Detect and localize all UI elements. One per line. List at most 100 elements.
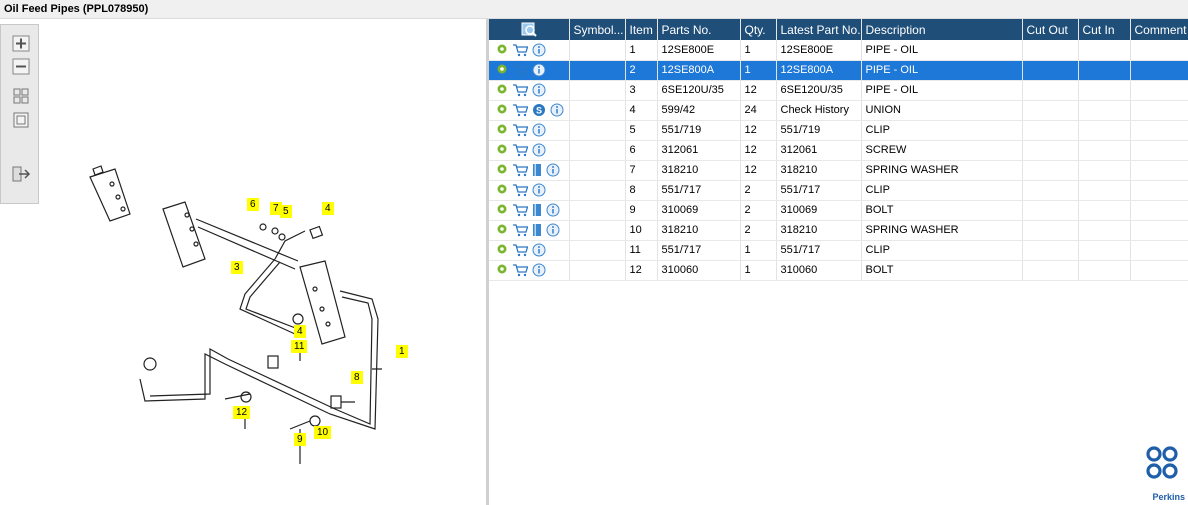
gear-icon[interactable] xyxy=(496,223,508,237)
cart-icon[interactable] xyxy=(512,243,528,257)
row-action-icons xyxy=(489,200,570,221)
table-row[interactable]: 10 318210 2 318210 SPRING WASHER xyxy=(489,220,1188,241)
info-icon[interactable] xyxy=(532,63,546,77)
row-action-icons: S xyxy=(489,100,570,121)
cart-icon[interactable] xyxy=(512,83,528,97)
gear-icon[interactable] xyxy=(496,123,508,137)
row-action-icons xyxy=(489,40,570,61)
column-header-cut-in[interactable]: Cut In xyxy=(1078,19,1131,40)
callout-9[interactable]: 9 xyxy=(294,433,306,446)
cart-icon[interactable] xyxy=(512,143,528,157)
info-icon[interactable] xyxy=(546,203,560,217)
callout-4[interactable]: 4 xyxy=(294,325,306,338)
book-icon[interactable] xyxy=(532,223,542,237)
cart-icon[interactable] xyxy=(512,63,528,77)
gear-icon[interactable] xyxy=(496,163,508,177)
gear-icon[interactable] xyxy=(496,183,508,197)
parts-no-cell: 599/42 xyxy=(657,100,741,121)
description-cell: PIPE - OIL xyxy=(861,60,1023,81)
column-header-cut-out[interactable]: Cut Out xyxy=(1022,19,1079,40)
callout-4-top[interactable]: 4 xyxy=(322,202,334,215)
callout-11[interactable]: 11 xyxy=(291,340,308,353)
symbol-cell xyxy=(569,120,626,141)
info-icon[interactable] xyxy=(532,183,546,197)
gear-icon[interactable] xyxy=(496,143,508,157)
column-header-qty[interactable]: Qty. xyxy=(740,19,777,40)
gear-icon[interactable] xyxy=(496,203,508,217)
column-header-description[interactable]: Description xyxy=(861,19,1023,40)
gear-icon[interactable] xyxy=(496,263,508,277)
cart-icon[interactable] xyxy=(512,163,528,177)
perkins-logo-icon xyxy=(1146,446,1178,479)
parts-no-cell: 551/717 xyxy=(657,180,741,201)
comment-cell xyxy=(1130,160,1188,181)
column-header-item[interactable]: Item xyxy=(625,19,658,40)
callout-1[interactable]: 1 xyxy=(396,345,408,358)
callout-8[interactable]: 8 xyxy=(351,371,363,384)
column-header-tools[interactable] xyxy=(489,19,570,40)
cut-out-cell xyxy=(1022,200,1079,221)
cart-icon[interactable] xyxy=(512,43,528,57)
info-icon[interactable] xyxy=(532,143,546,157)
gear-icon[interactable] xyxy=(496,243,508,257)
info-icon[interactable] xyxy=(532,43,546,57)
description-cell: BOLT xyxy=(861,200,1023,221)
item-cell: 4 xyxy=(625,100,658,121)
gear-icon[interactable] xyxy=(496,43,508,57)
column-header-latest-part-no[interactable]: Latest Part No. xyxy=(776,19,862,40)
symbol-cell xyxy=(569,240,626,261)
table-row[interactable]: 8 551/717 2 551/717 CLIP xyxy=(489,180,1188,201)
cart-icon[interactable] xyxy=(512,123,528,137)
table-row[interactable]: 12 310060 1 310060 BOLT xyxy=(489,260,1188,281)
callout-10[interactable]: 10 xyxy=(314,426,332,439)
cut-in-cell xyxy=(1078,240,1131,261)
info-icon[interactable] xyxy=(546,163,560,177)
callout-6[interactable]: 6 xyxy=(247,198,259,211)
description-cell: CLIP xyxy=(861,120,1023,141)
info-icon[interactable] xyxy=(546,223,560,237)
callout-3[interactable]: 3 xyxy=(231,261,243,274)
callout-5[interactable]: 5 xyxy=(280,205,292,218)
table-row[interactable]: 5 551/719 12 551/719 CLIP xyxy=(489,120,1188,141)
row-action-icons xyxy=(489,140,570,161)
latest-part-no-cell: 12SE800A xyxy=(776,60,862,81)
cart-icon[interactable] xyxy=(512,203,528,217)
gear-icon[interactable] xyxy=(496,83,508,97)
latest-part-no-cell: 312061 xyxy=(776,140,862,161)
table-row[interactable]: 3 6SE120U/35 12 6SE120U/35 PIPE - OIL xyxy=(489,80,1188,101)
table-row[interactable]: 2 12SE800A 1 12SE800A PIPE - OIL xyxy=(489,60,1188,81)
book-icon[interactable] xyxy=(532,163,542,177)
symbol-cell xyxy=(569,100,626,121)
item-cell: 11 xyxy=(625,240,658,261)
info-icon[interactable] xyxy=(532,123,546,137)
table-row[interactable]: 6 312061 12 312061 SCREW xyxy=(489,140,1188,161)
column-header-symbol[interactable]: Symbol... xyxy=(569,19,626,40)
callout-12[interactable]: 12 xyxy=(233,406,251,419)
diagram-panel[interactable]: 6 7 5 4 3 4 11 1 8 12 9 10 xyxy=(0,19,486,505)
supersession-icon[interactable]: S xyxy=(532,103,546,117)
info-icon[interactable] xyxy=(532,263,546,277)
cart-icon[interactable] xyxy=(512,103,528,117)
row-action-icons xyxy=(489,160,570,181)
cart-icon[interactable] xyxy=(512,183,528,197)
gear-icon[interactable] xyxy=(496,103,508,117)
symbol-cell xyxy=(569,180,626,201)
column-header-parts-no[interactable]: Parts No. xyxy=(657,19,741,40)
comment-cell xyxy=(1130,200,1188,221)
info-icon[interactable] xyxy=(550,103,564,117)
book-icon[interactable] xyxy=(532,203,542,217)
info-icon[interactable] xyxy=(532,243,546,257)
table-row[interactable]: 1 12SE800E 1 12SE800E PIPE - OIL xyxy=(489,40,1188,61)
latest-part-no-cell: 310060 xyxy=(776,260,862,281)
table-row[interactable]: 9 310069 2 310069 BOLT xyxy=(489,200,1188,221)
info-icon[interactable] xyxy=(532,83,546,97)
cart-icon[interactable] xyxy=(512,223,528,237)
column-header-comment[interactable]: Comment xyxy=(1130,19,1188,40)
comment-cell xyxy=(1130,80,1188,101)
cart-icon[interactable] xyxy=(512,263,528,277)
table-row[interactable]: S 4 599/42 24 Check History UNION xyxy=(489,100,1188,121)
gear-icon[interactable] xyxy=(496,63,508,77)
table-row[interactable]: 11 551/717 1 551/717 CLIP xyxy=(489,240,1188,261)
cut-out-cell xyxy=(1022,100,1079,121)
table-row[interactable]: 7 318210 12 318210 SPRING WASHER xyxy=(489,160,1188,181)
